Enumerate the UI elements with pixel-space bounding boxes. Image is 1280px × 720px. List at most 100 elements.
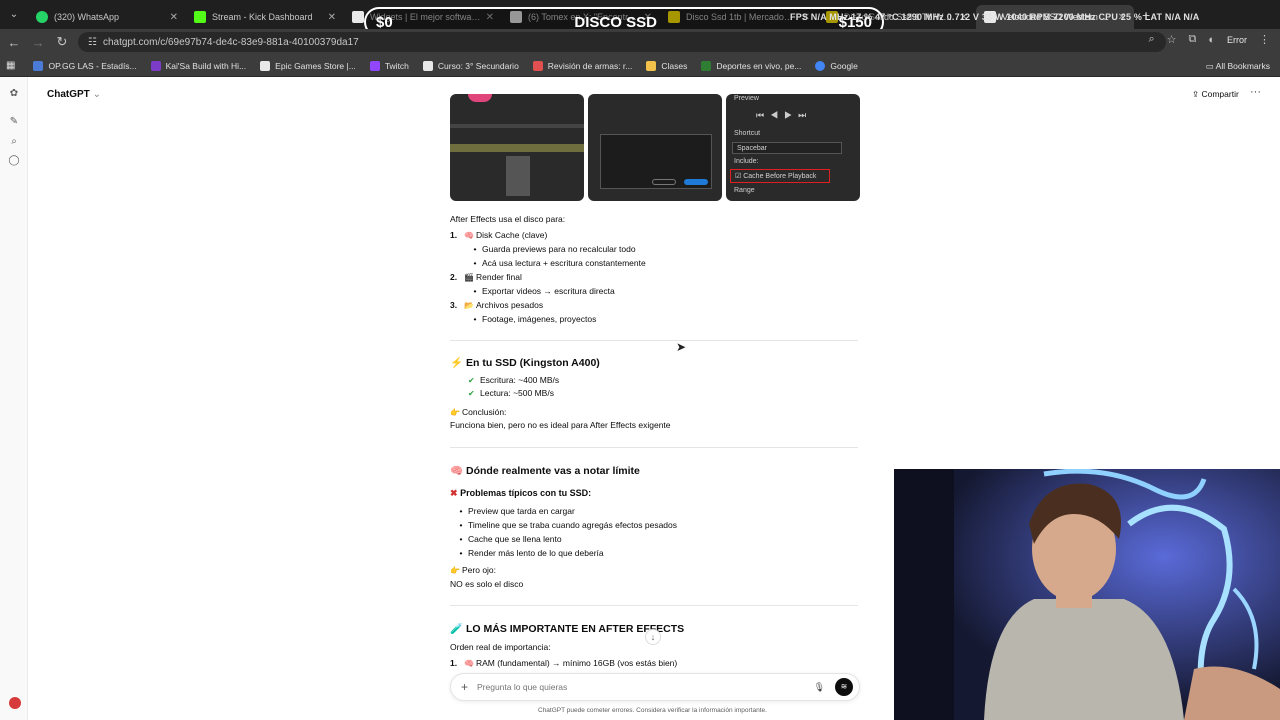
scroll-down-arrow-icon[interactable]: ↓	[645, 629, 661, 645]
user-avatar[interactable]	[9, 697, 21, 709]
all-bookmarks-button[interactable]: ▭ All Bookmarks	[1206, 61, 1270, 72]
epic-games-icon	[260, 60, 271, 71]
bookmark-opgg[interactable]: OP.GG LAS - Estadís...	[33, 60, 137, 71]
close-icon[interactable]: ✕	[170, 12, 178, 23]
brain-icon: 🧠	[464, 231, 474, 240]
reload-icon[interactable]: ↻	[50, 34, 74, 50]
opgg-icon	[33, 60, 44, 71]
image-thumbnail-preview-panel[interactable]: Preview ⏮◀▶⏭ Shortcut Spacebar Include: …	[726, 94, 860, 201]
prompt-input[interactable]	[477, 682, 814, 692]
brain-icon: 🧠	[464, 659, 474, 668]
tab-whatsapp[interactable]: (320) WhatsApp ✕	[28, 5, 186, 29]
webcam-overlay	[894, 469, 1280, 720]
check-icon: ✔	[468, 376, 475, 385]
intro-text: After Effects usa el disco para:	[450, 214, 566, 224]
bookmark-epic[interactable]: Epic Games Store |...	[260, 60, 356, 71]
webcam-scene	[894, 469, 1280, 720]
profile-icon[interactable]: ◐	[1208, 34, 1215, 46]
whatsapp-icon	[36, 11, 48, 23]
tab-kick[interactable]: Stream - Kick Dashboard ✕	[186, 5, 344, 29]
share-button[interactable]: ⇪ Compartir	[1192, 89, 1239, 100]
bookmark-armas[interactable]: Revisión de armas: r...	[532, 60, 632, 71]
list-item: • Guarda previews para no recalcular todo	[473, 244, 636, 254]
new-chat-icon[interactable]: ✎	[8, 116, 20, 128]
folder-icon: 📂	[464, 301, 474, 310]
list-item: • Exportar videos → escritura directa	[473, 286, 615, 296]
brain-icon: 🧠	[450, 465, 464, 477]
bookmark-twitch[interactable]: Twitch	[369, 60, 409, 71]
playback-controls-icon: ⏮◀▶⏭	[756, 110, 813, 120]
overlay-title: DISCO SSD	[574, 13, 657, 31]
check-icon: ✔	[468, 389, 475, 398]
conclusion-label: 👉 Conclusión:	[450, 407, 507, 417]
list-item: • Preview que tarda en cargar	[459, 506, 575, 516]
list-item: • Cache que se llena lento	[459, 534, 562, 544]
list-item: • Timeline que se traba cuando agregás ef…	[459, 520, 678, 530]
menu-dots-icon[interactable]: ⋮	[1259, 33, 1270, 46]
list-item: 2. 🎬 Render final	[450, 272, 522, 282]
microphone-icon[interactable]: 🎙	[814, 682, 825, 693]
folder-icon: ▭	[1205, 61, 1216, 71]
disclaimer-text: ChatGPT puede cometer errores. Considera…	[538, 707, 767, 714]
back-arrow-icon[interactable]: ←	[2, 35, 26, 50]
list-item: 1. 🧠 RAM (fundamental) → mínimo 16GB (vos …	[450, 658, 678, 668]
model-selector[interactable]: ChatGPT ⌄	[47, 89, 101, 100]
chatgpt-sidebar-rail: ✿ ✎ ⌕ ◯	[0, 77, 28, 720]
list-item: 1. 🧠 Disk Cache (clave)	[450, 230, 548, 240]
search-icon[interactable]: ⌕	[8, 136, 20, 148]
list-item: • Footage, imágenes, proyectos	[473, 314, 597, 324]
sports-icon	[701, 60, 712, 71]
bookmark-star-icon[interactable]: ☆	[1167, 33, 1177, 46]
site-info-icon[interactable]: ☷	[88, 37, 97, 48]
pointing-hand-icon: 👉	[450, 408, 460, 417]
kaisa-icon	[150, 60, 161, 71]
more-options-button[interactable]: ···	[1250, 86, 1261, 98]
zoom-icon[interactable]: ⌕	[1148, 33, 1154, 46]
forward-arrow-icon[interactable]: →	[26, 35, 50, 50]
pointing-hand-icon: 👉	[450, 566, 460, 575]
section-heading-ssd: ⚡ En tu SSD (Kingston A400)	[450, 357, 600, 369]
error-button[interactable]: Error	[1227, 35, 1247, 45]
but-text: NO es solo el disco	[450, 579, 524, 589]
conclusion-text: Funciona bien, pero no es ideal para Aft…	[450, 420, 671, 430]
overlay-left-amount: $0	[376, 13, 393, 31]
google-icon	[815, 60, 826, 71]
bookmark-curso[interactable]: Curso: 3° Secundario	[422, 60, 519, 71]
list-item: ✔ Lectura: ~500 MB/s	[468, 388, 554, 398]
list-item: • Render más lento de lo que debería	[459, 548, 604, 558]
chat-bubble-icon[interactable]: ◯	[8, 155, 20, 167]
bookmark-deportes[interactable]: Deportes en vivo, pe...	[701, 60, 801, 71]
chatgpt-logo-icon[interactable]: ✿	[8, 88, 20, 100]
folder-icon	[646, 60, 657, 71]
address-bar-row: ← → ↻ ☷ chatgpt.com/c/69e97b74-de4c-83e9…	[0, 29, 1280, 55]
problems-heading: ✖ Problemas típicos con tu SSD:	[450, 488, 592, 498]
plus-icon[interactable]: +	[461, 680, 477, 694]
kick-icon	[194, 11, 206, 23]
cross-icon: ✖	[450, 488, 458, 498]
course-icon	[422, 60, 433, 71]
list-item: ✔ Escritura: ~400 MB/s	[468, 375, 560, 385]
weapons-icon	[532, 60, 543, 71]
divider	[450, 340, 858, 341]
twitch-icon	[369, 60, 380, 71]
toolbar-right: ⌕ ☆ ⧉ ◐ Error ⋮	[1148, 33, 1270, 46]
pill-icon: 🧪	[450, 623, 464, 635]
image-thumbnail-timeline[interactable]	[450, 94, 584, 201]
url-text: chatgpt.com/c/69e97b74-de4c-83e9-881a-40…	[102, 36, 359, 48]
section-heading-limit: 🧠 Dónde realmente vas a notar límite	[450, 465, 640, 477]
close-icon[interactable]: ✕	[328, 12, 336, 23]
image-thumbnail-dialog[interactable]	[588, 94, 722, 201]
url-omnibox[interactable]: ☷ chatgpt.com/c/69e97b74-de4c-83e9-881a-…	[78, 32, 1166, 52]
clapper-icon: 🎬	[464, 273, 474, 282]
tab-search-chevron-icon[interactable]: ⌄	[0, 0, 28, 29]
list-item: • Acá usa lectura + escritura constanteme…	[473, 258, 646, 268]
bookmark-clases[interactable]: Clases	[646, 60, 687, 71]
extensions-icon[interactable]: ⧉	[1188, 33, 1196, 46]
lightning-icon: ⚡	[450, 357, 464, 369]
bookmark-kaisa[interactable]: Kai'Sa Build with Hi...	[150, 60, 246, 71]
apps-grid-icon[interactable]: ▦	[6, 60, 15, 71]
voice-mode-icon[interactable]: ≋	[835, 678, 853, 696]
bookmark-google[interactable]: Google	[815, 60, 858, 71]
widget-icon	[352, 11, 364, 23]
divider	[450, 605, 858, 606]
